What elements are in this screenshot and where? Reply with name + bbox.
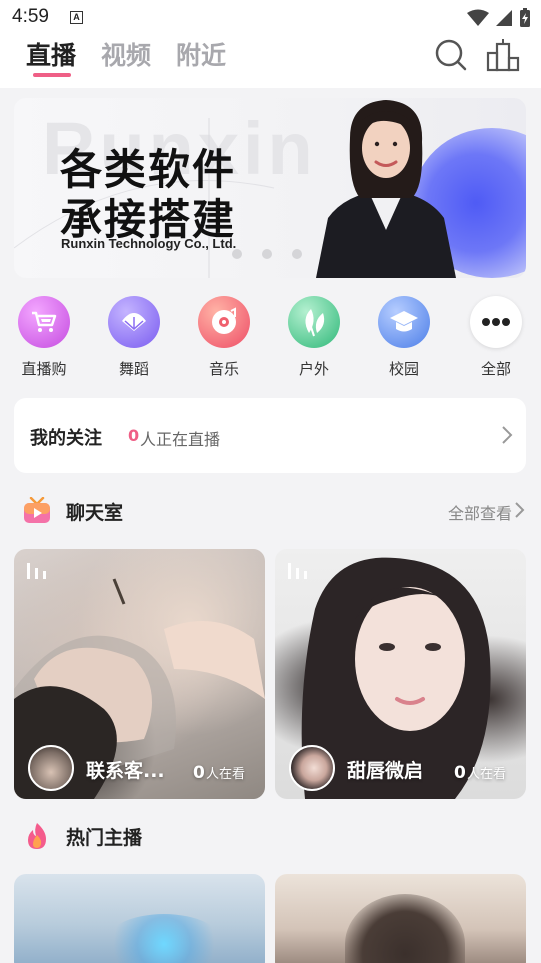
- viewer-label: 人在看: [206, 767, 246, 782]
- carousel-dot[interactable]: [232, 249, 242, 259]
- top-nav: 直播 视频 附近: [0, 36, 541, 88]
- notification-icon: A: [70, 11, 83, 24]
- category-outdoor[interactable]: 户外: [279, 296, 349, 379]
- wifi-icon: [467, 9, 489, 26]
- record-icon: [198, 296, 250, 348]
- status-bar: 4:59 A: [0, 0, 541, 36]
- category-label: 全部: [480, 360, 511, 378]
- live-card[interactable]: [275, 874, 526, 963]
- fan-icon: [108, 296, 160, 348]
- more-icon: [470, 296, 522, 348]
- leaf-icon: [288, 296, 340, 348]
- tv-icon: [24, 497, 50, 523]
- streamer-cover-image: [104, 914, 224, 963]
- live-bars-icon: [27, 563, 46, 579]
- category-campus[interactable]: 校园: [369, 296, 439, 379]
- category-label: 舞蹈: [118, 360, 149, 378]
- category-label: 直播购: [21, 360, 67, 378]
- viewer-count: 0: [193, 763, 205, 783]
- chatroom-title: 聊天室: [66, 502, 124, 524]
- category-all[interactable]: 全部: [461, 296, 531, 379]
- avatar: [289, 745, 335, 791]
- promo-banner[interactable]: Runxin 各类软件 承接搭建 Runxin Technology Co., …: [14, 98, 526, 278]
- avatar: [28, 745, 74, 791]
- status-time: 4:59: [12, 6, 49, 27]
- banner-person-image: [316, 100, 456, 278]
- shopping-cart-icon: [18, 296, 70, 348]
- search-icon[interactable]: [434, 38, 468, 72]
- follow-title: 我的关注: [30, 428, 102, 449]
- category-music[interactable]: 音乐: [189, 296, 259, 379]
- live-card[interactable]: 甜唇微启 0 人在看: [275, 549, 526, 799]
- leaderboard-icon[interactable]: [486, 38, 520, 72]
- category-label: 户外: [298, 360, 329, 378]
- carousel-dots: [232, 249, 302, 259]
- graduation-cap-icon: [378, 296, 430, 348]
- tab-live[interactable]: 直播: [26, 36, 76, 72]
- chatroom-section-header: 聊天室 全部查看: [22, 496, 525, 528]
- category-label: 音乐: [208, 360, 239, 378]
- live-bars-icon: [288, 563, 307, 579]
- banner-company: Runxin Technology Co., Ltd.: [61, 236, 237, 251]
- flame-icon: [28, 823, 46, 849]
- hot-streamers-section-header: 热门主播: [22, 821, 522, 853]
- hot-streamers-title: 热门主播: [66, 827, 143, 849]
- view-all-link[interactable]: 全部查看: [448, 500, 512, 524]
- tab-video[interactable]: 视频: [101, 36, 151, 72]
- my-follow-card[interactable]: 我的关注 0 人正在直播: [14, 398, 526, 473]
- live-card[interactable]: [14, 874, 265, 963]
- carousel-dot[interactable]: [262, 249, 272, 259]
- streamer-cover-image: [345, 894, 465, 963]
- viewer-count: 0: [454, 763, 466, 783]
- active-tab-indicator: [33, 73, 71, 77]
- category-label: 校园: [388, 360, 419, 378]
- carousel-dot[interactable]: [292, 249, 302, 259]
- category-live-shopping[interactable]: 直播购: [9, 296, 79, 379]
- viewer-label: 人在看: [467, 767, 507, 782]
- follow-live-count: 0: [128, 426, 140, 445]
- chevron-right-icon: [502, 426, 513, 444]
- follow-live-text: 人正在直播: [140, 430, 221, 449]
- live-card[interactable]: 联系客... 0 人在看: [14, 549, 265, 799]
- streamer-name: 甜唇微启: [347, 760, 424, 782]
- tab-nearby[interactable]: 附近: [176, 36, 226, 72]
- streamer-name: 联系客...: [86, 760, 165, 782]
- battery-icon: [520, 8, 530, 27]
- category-dance[interactable]: 舞蹈: [99, 296, 169, 379]
- category-row: 直播购 舞蹈 音乐 户外 校园 全部: [0, 296, 541, 386]
- chevron-right-icon: [515, 502, 525, 518]
- signal-icon: [496, 10, 512, 26]
